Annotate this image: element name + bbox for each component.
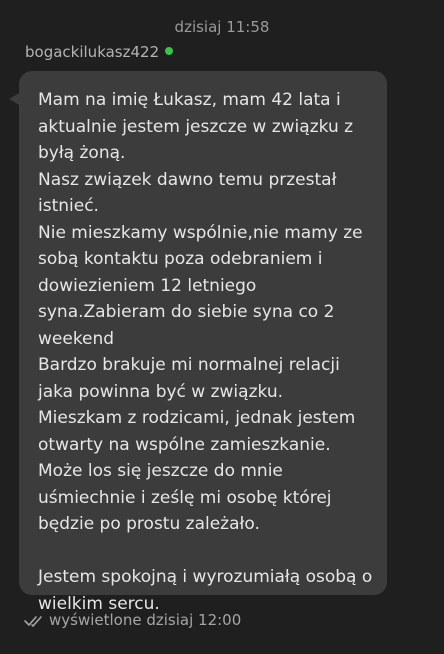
online-status-icon [165, 47, 174, 55]
read-receipt: wyświetlone dzisiaj 12:00 [24, 610, 241, 630]
sender-header: bogackilukasz422 [25, 42, 174, 62]
chat-thread: dzisiaj 11:58 bogackilukasz422 Mam na im… [0, 0, 444, 654]
message-date-header: dzisiaj 11:58 [174, 18, 270, 36]
double-check-icon [24, 613, 44, 627]
message-text: Mam na imię Łukasz, mam 42 lata i aktual… [38, 90, 373, 614]
read-status-text: wyświetlone dzisiaj 12:00 [49, 611, 242, 629]
message-bubble[interactable]: Mam na imię Łukasz, mam 42 lata i aktual… [19, 71, 387, 614]
sender-username[interactable]: bogackilukasz422 [25, 42, 159, 62]
